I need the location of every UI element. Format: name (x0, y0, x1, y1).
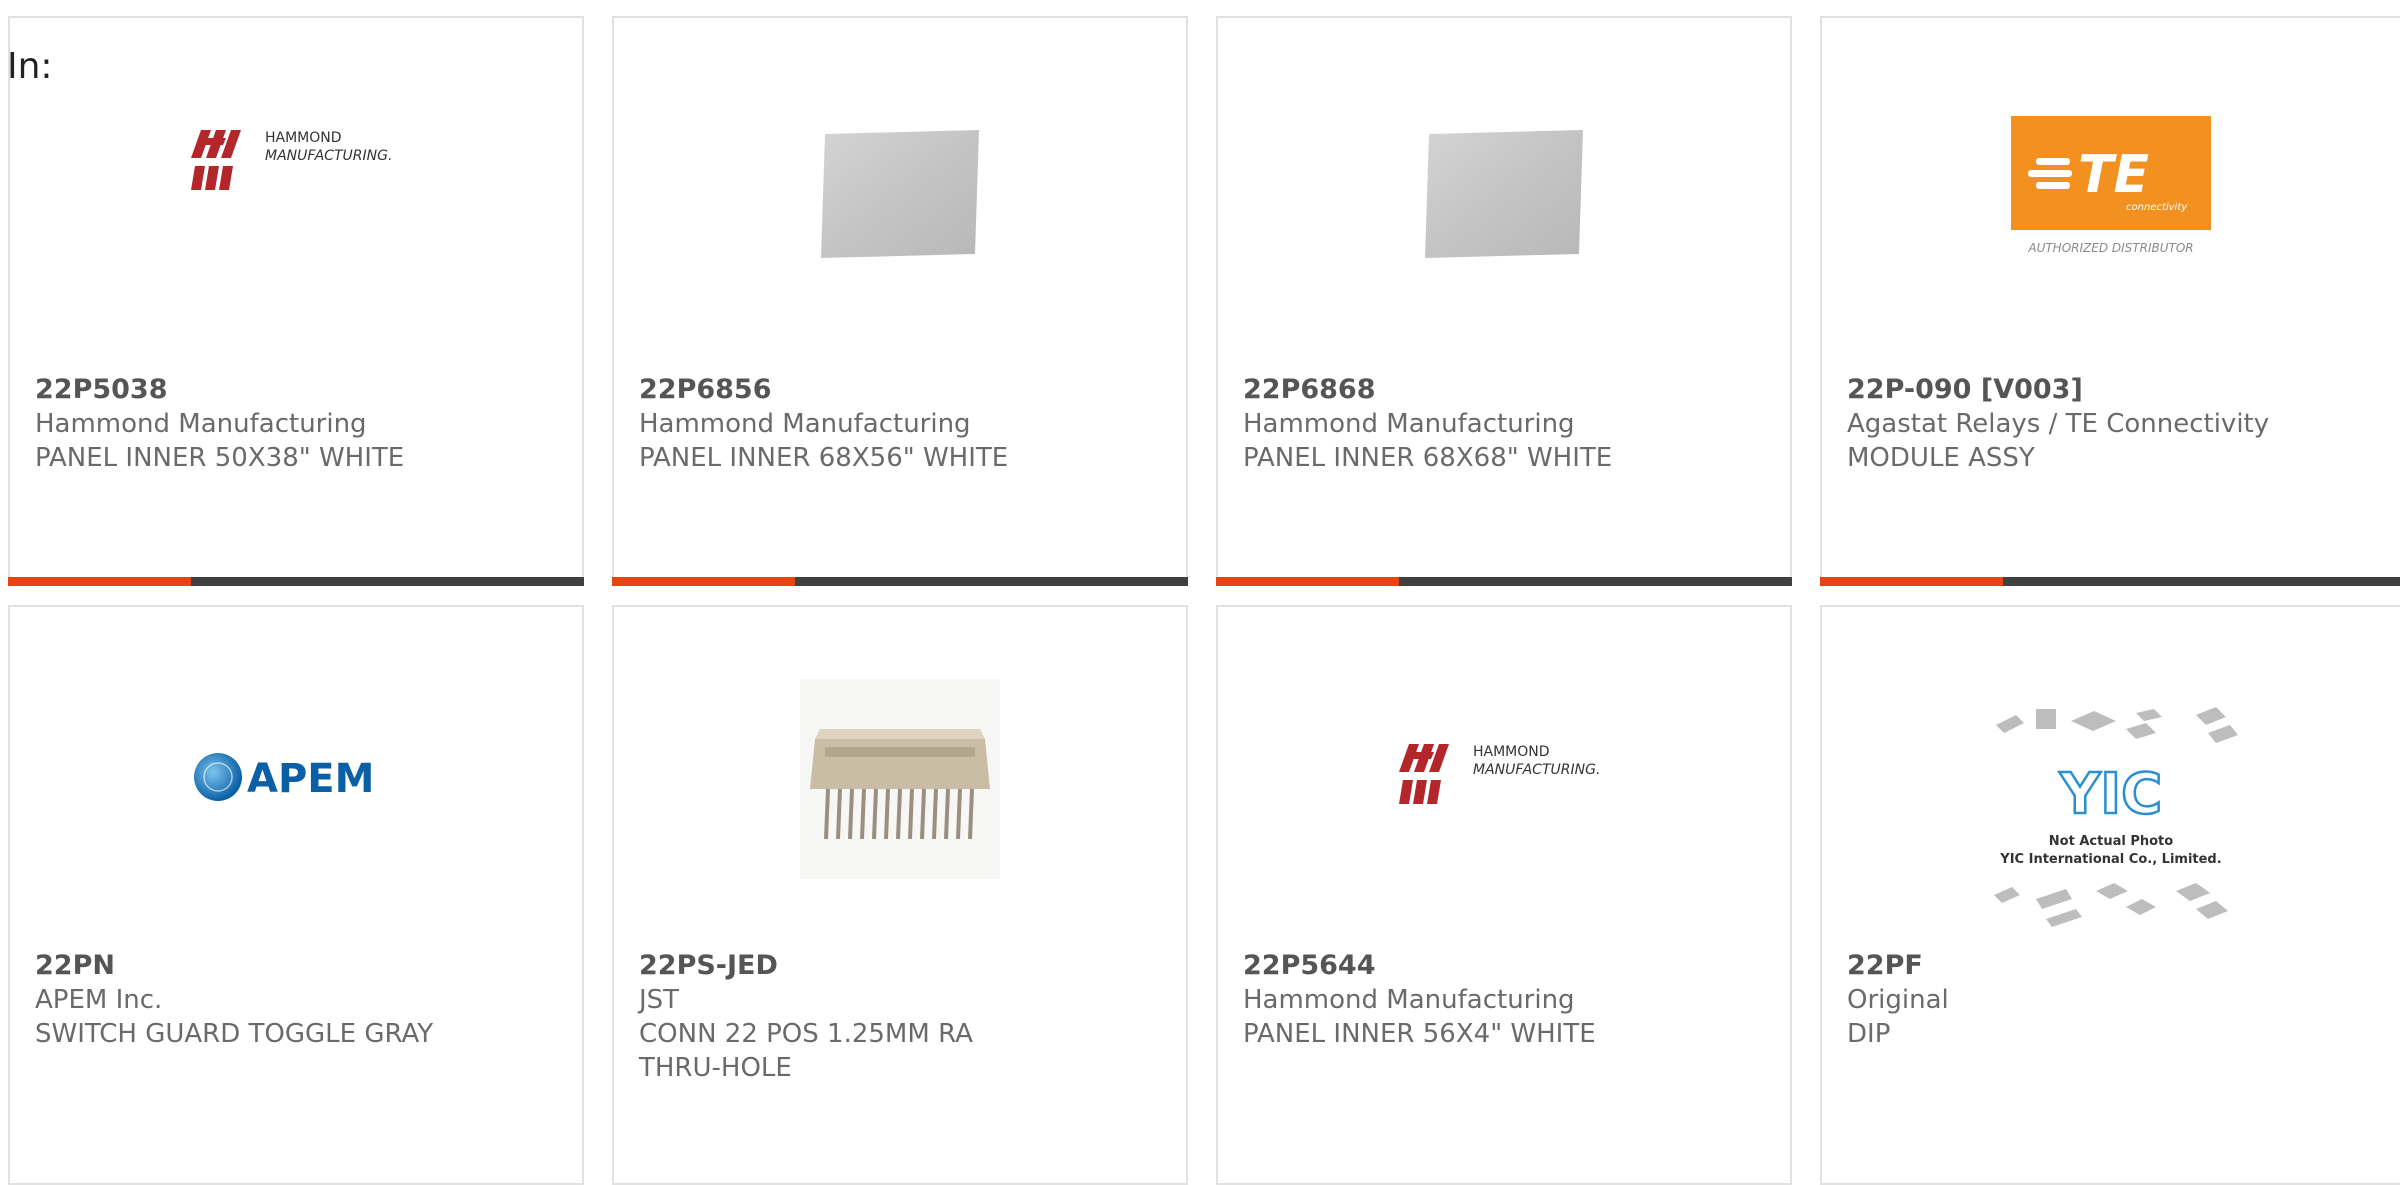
product-card[interactable]: TE connectivity AUTHORIZED DISTRIBUTOR 2… (1820, 16, 2400, 586)
part-number[interactable]: 22PF (1847, 949, 2360, 983)
svg-text:MANUFACTURING.: MANUFACTURING. (265, 148, 392, 164)
manufacturer-name: APEM Inc. (35, 985, 163, 1015)
product-card[interactable]: 22P6856 Hammond Manufacturing PANEL INNE… (612, 16, 1188, 586)
manufacturer-name: JST (639, 985, 680, 1015)
manufacturer-logo: HAMMOND MANUFACTURING. (1399, 732, 1609, 822)
product-card[interactable]: 22P6868 Hammond Manufacturing PANEL INNE… (1216, 16, 1792, 586)
part-number[interactable]: 22P5644 (1243, 949, 1750, 983)
product-card[interactable]: 22PS-JED JST CONN 22 POS 1.25MM RA THRU-… (612, 605, 1188, 1185)
part-description: PANEL INNER 68X56" WHITE (639, 443, 1009, 473)
part-number[interactable]: 22P6868 (1243, 373, 1750, 407)
part-description: MODULE ASSY (1847, 443, 2035, 473)
card-bottom-bar (1820, 577, 2400, 586)
manufacturer-name: Hammond Manufacturing (35, 409, 367, 439)
svg-text:APEM: APEM (247, 756, 374, 802)
product-card[interactable]: HAMMOND MANUFACTURING. 22P5038 Hammond M… (8, 16, 584, 586)
part-number[interactable]: 22P6856 (639, 373, 1146, 407)
hammond-logo-icon: HAMMOND MANUFACTURING. (191, 130, 392, 190)
part-description: PANEL INNER 68X68" WHITE (1243, 443, 1613, 473)
card-accent-bar (8, 577, 191, 586)
product-image (800, 679, 1000, 879)
svg-text:HAMMOND: HAMMOND (1473, 744, 1550, 760)
filter-in-label: In: (7, 46, 53, 87)
svg-text:MANUFACTURING.: MANUFACTURING. (1473, 762, 1600, 778)
part-description: SWITCH GUARD TOGGLE GRAY (35, 1019, 434, 1049)
yic-placeholder-icon: YIC Not Actual Photo YIC International C… (1994, 707, 2238, 927)
product-card[interactable]: HAMMOND MANUFACTURING. 22P5644 Hammond M… (1216, 605, 1792, 1185)
apem-logo-icon: APEM (194, 753, 374, 802)
part-number[interactable]: 22PS-JED (639, 949, 1056, 983)
svg-text:AUTHORIZED DISTRIBUTOR: AUTHORIZED DISTRIBUTOR (2027, 241, 2193, 255)
card-bottom-bar (612, 577, 1188, 586)
product-card[interactable]: APEM 22PN APEM Inc. SWITCH GUARD TOGGLE … (8, 605, 584, 1185)
manufacturer-name: Hammond Manufacturing (1243, 409, 1575, 439)
manufacturer-name: Original (1847, 985, 1949, 1015)
manufacturer-name: Hammond Manufacturing (1243, 985, 1575, 1015)
part-description: PANEL INNER 50X38" WHITE (35, 443, 405, 473)
part-number[interactable]: 22P-090 [V003] (1847, 373, 2360, 407)
panel-photo-icon (1425, 130, 1583, 258)
panel-photo-icon (821, 130, 979, 258)
card-accent-bar (1820, 577, 2003, 586)
card-accent-bar (612, 577, 795, 586)
svg-text:YIC: YIC (2059, 762, 2162, 827)
product-image (1419, 126, 1589, 266)
part-description: PANEL INNER 56X4" WHITE (1243, 1019, 1596, 1049)
svg-text:Not Actual Photo: Not Actual Photo (2049, 834, 2173, 849)
card-bottom-bar (1216, 577, 1792, 586)
svg-text:YIC International Co., Limited: YIC International Co., Limited. (1999, 852, 2221, 867)
svg-text:TE: TE (2078, 145, 2149, 205)
manufacturer-logo: APEM (191, 747, 401, 807)
card-bottom-bar (8, 577, 584, 586)
manufacturer-logo: HAMMOND MANUFACTURING. (191, 118, 401, 208)
manufacturer-logo: TE connectivity AUTHORIZED DISTRIBUTOR (2006, 116, 2216, 266)
svg-text:connectivity: connectivity (2126, 202, 2188, 213)
svg-text:HAMMOND: HAMMOND (265, 130, 342, 146)
hammond-logo-icon: HAMMOND MANUFACTURING. (1399, 744, 1600, 804)
part-description: DIP (1847, 1019, 1891, 1049)
manufacturer-name: Hammond Manufacturing (639, 409, 971, 439)
part-description: CONN 22 POS 1.25MM RA THRU-HOLE (639, 1019, 973, 1083)
connector-photo-icon (800, 679, 1000, 879)
te-logo-icon: TE connectivity AUTHORIZED DISTRIBUTOR (2011, 116, 2211, 255)
product-card[interactable]: YIC Not Actual Photo YIC International C… (1820, 605, 2400, 1185)
manufacturer-name: Agastat Relays / TE Connectivity (1847, 409, 2270, 439)
product-image: YIC Not Actual Photo YIC International C… (1976, 695, 2246, 935)
part-number[interactable]: 22P5038 (35, 373, 542, 407)
card-accent-bar (1216, 577, 1399, 586)
part-number[interactable]: 22PN (35, 949, 542, 983)
product-image (815, 126, 985, 266)
